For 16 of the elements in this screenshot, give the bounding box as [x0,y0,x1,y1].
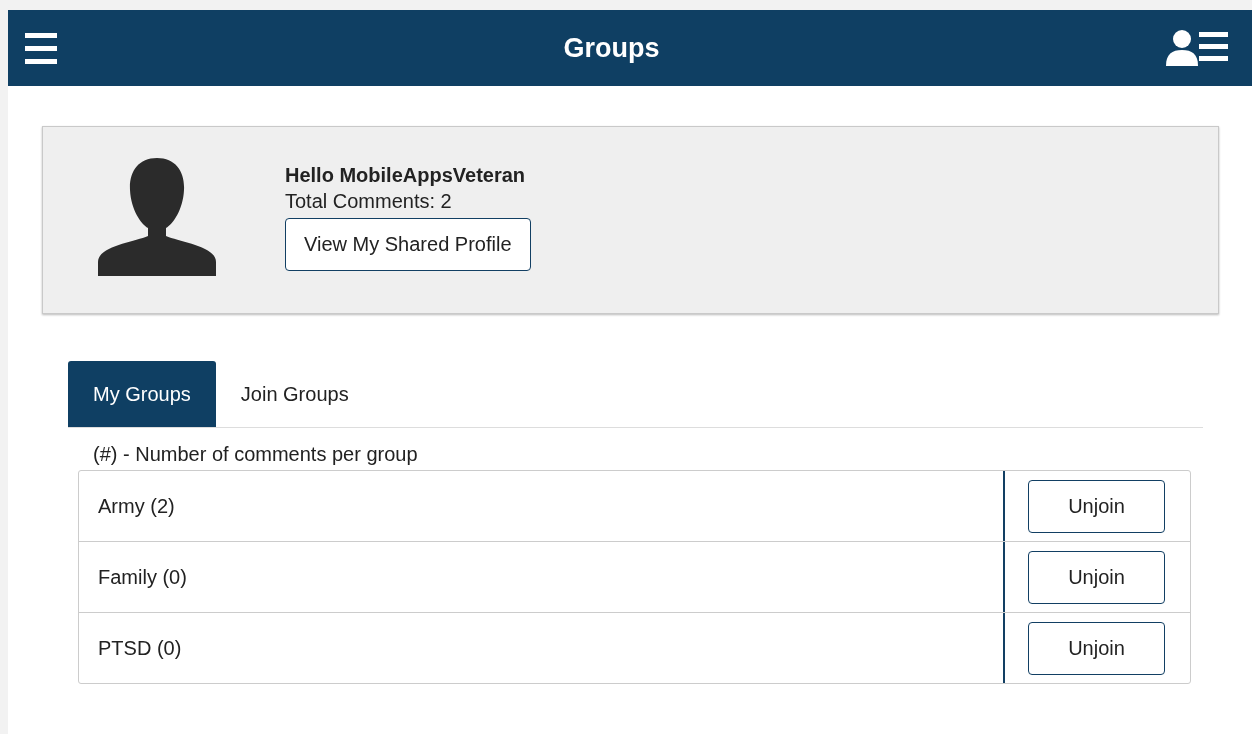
unjoin-button[interactable]: Unjoin [1028,621,1165,675]
tab[interactable]: Join Groups [215,361,374,427]
user-list-icon[interactable] [1166,28,1230,68]
page-title: Groups [563,32,660,64]
legend-text: (#) - Number of comments per group [93,442,419,466]
group-name-cell: Family (0) [79,542,1005,612]
view-profile-button[interactable]: View My Shared Profile [285,218,531,271]
greeting-text: Hello MobileAppsVeteran [285,163,526,188]
total-comments-text: Total Comments: 2 [285,189,452,214]
group-name-cell: Army (2) [79,471,1005,541]
unjoin-button[interactable]: Unjoin [1028,550,1165,604]
group-name-cell: PTSD (0) [79,613,1005,683]
unjoin-button[interactable]: Unjoin [1028,479,1165,533]
avatar-silhouette-icon [98,158,216,276]
menu-icon[interactable] [25,31,57,65]
tab[interactable]: My Groups [68,361,216,427]
